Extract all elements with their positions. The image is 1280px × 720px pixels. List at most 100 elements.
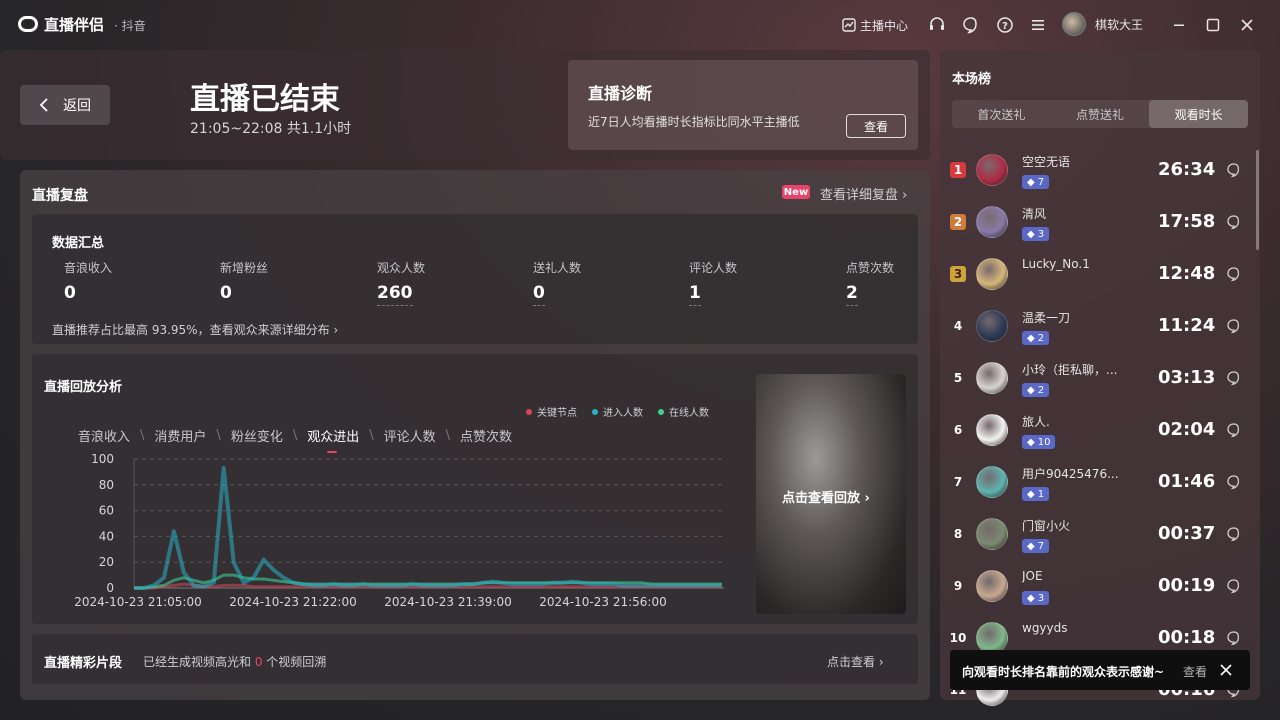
- viewer-avatar[interactable]: [976, 362, 1008, 394]
- tab-separator: \: [445, 428, 451, 443]
- chat-icon[interactable]: [1226, 370, 1242, 386]
- watch-duration: 02:04: [1158, 419, 1216, 440]
- ranking-row[interactable]: 4 温柔一刀 ◆ 2 11:24: [940, 298, 1260, 350]
- ranking-row[interactable]: 7 用户90425476... ◆ 1 01:46: [940, 454, 1260, 506]
- chat-icon[interactable]: [1226, 162, 1242, 178]
- metric-comment-users[interactable]: 评论人数 1: [689, 259, 737, 306]
- diamond-icon: ◆: [1027, 488, 1035, 500]
- viewer-name: 温柔一刀: [1022, 311, 1071, 325]
- watch-duration: 00:18: [1158, 627, 1216, 648]
- tab-like-gift[interactable]: 点赞送礼: [1051, 100, 1150, 128]
- ranking-row[interactable]: 1 空空无语 ◆ 7 26:34: [940, 142, 1260, 194]
- y-tick-label: 40: [99, 529, 114, 543]
- anchor-center-label: 主播中心: [860, 18, 909, 33]
- level-value: 3: [1037, 228, 1045, 240]
- message-icon[interactable]: [962, 14, 980, 36]
- metric-value: 1: [689, 283, 701, 306]
- series-line-0: [134, 466, 722, 590]
- toast-view-button[interactable]: 查看: [1183, 663, 1207, 680]
- maximize-icon[interactable]: [1206, 14, 1220, 36]
- detail-review-link[interactable]: 查看详细复盘 ›: [820, 184, 907, 203]
- ranking-row[interactable]: 3 Lucky_No.1 12:48: [940, 246, 1260, 298]
- viewer-name: 小玲（拒私聊，...: [1022, 363, 1118, 377]
- viewer-avatar[interactable]: [976, 466, 1008, 498]
- metric-label: 送礼人数: [533, 261, 582, 275]
- close-icon[interactable]: [1240, 14, 1254, 36]
- tab-comment-users[interactable]: 评论人数: [384, 426, 436, 445]
- chat-icon[interactable]: [1226, 318, 1242, 334]
- metric-likes[interactable]: 点赞次数 2: [846, 259, 894, 306]
- y-tick-label: 80: [99, 478, 114, 492]
- highlights-view-link[interactable]: 点击查看 ›: [827, 653, 884, 670]
- tab-first-gift[interactable]: 首次送礼: [952, 100, 1051, 128]
- menu-icon[interactable]: [1030, 14, 1046, 36]
- replay-tabs: 音浪收入 \ 消费用户 \ 粉丝变化 \ 观众进出 \ 评论人数 \ 点赞次数: [78, 426, 512, 453]
- viewer-avatar[interactable]: [976, 206, 1008, 238]
- user-avatar: [1062, 12, 1086, 36]
- user-profile[interactable]: 棋软大王: [1062, 12, 1143, 36]
- rank-number: 6: [953, 423, 963, 437]
- metric-label: 音浪收入: [64, 261, 113, 275]
- highlights-title: 直播精彩片段: [44, 656, 123, 671]
- page-title: 直播已结束: [190, 82, 340, 117]
- metric-gift-users[interactable]: 送礼人数 0: [533, 259, 581, 306]
- viewer-avatar[interactable]: [976, 310, 1008, 342]
- viewer-avatar[interactable]: [976, 154, 1008, 186]
- view-replay-link[interactable]: 点击查看回放 ›: [782, 487, 870, 506]
- legend-online: 在线人数: [658, 404, 709, 419]
- level-value: 2: [1037, 384, 1045, 396]
- viewer-name: 空空无语: [1022, 155, 1071, 169]
- metric-value: 260: [377, 283, 413, 306]
- viewer-name: JOE: [1022, 569, 1043, 583]
- ranking-row[interactable]: 5 小玲（拒私聊，... ◆ 2 03:13: [940, 350, 1260, 402]
- close-icon[interactable]: [1218, 662, 1234, 678]
- viewer-avatar[interactable]: [976, 518, 1008, 550]
- viewer-avatar[interactable]: [976, 570, 1008, 602]
- ranking-row[interactable]: 9 JOE ◆ 3 00:19: [940, 558, 1260, 610]
- tab-watch-time[interactable]: 观看时长: [1149, 100, 1249, 128]
- chat-icon[interactable]: [1226, 266, 1242, 282]
- ranking-row[interactable]: 8 门窗小火 ◆ 7 00:37: [940, 506, 1260, 558]
- x-tick-label: 2024-10-23 21:56:00: [539, 595, 666, 609]
- chat-icon[interactable]: [1226, 474, 1242, 490]
- traffic-source-link[interactable]: 直播推荐占比最高 93.95%，查看观众来源详细分布 ›: [52, 321, 338, 338]
- chat-icon[interactable]: [1226, 214, 1242, 230]
- ranking-scrollbar[interactable]: [1256, 150, 1259, 250]
- tab-gift-income[interactable]: 音浪收入: [78, 426, 130, 445]
- tab-likes[interactable]: 点赞次数: [460, 426, 512, 445]
- legend-key-node: 关键节点: [526, 404, 577, 419]
- tab-paying-users[interactable]: 消费用户: [154, 426, 206, 445]
- chat-icon[interactable]: [1226, 422, 1242, 438]
- level-badge: ◆ 7: [1022, 539, 1050, 553]
- tab-audience-flow[interactable]: 观众进出: [307, 426, 359, 453]
- level-value: 7: [1037, 540, 1045, 552]
- minimize-icon[interactable]: [1172, 14, 1186, 36]
- highlights-pre: 已经生成视频高光和: [143, 655, 255, 669]
- diamond-icon: ◆: [1027, 228, 1035, 240]
- metric-value: 0: [533, 283, 545, 306]
- help-icon[interactable]: ?: [996, 14, 1014, 36]
- chat-icon[interactable]: [1226, 578, 1242, 594]
- chat-icon[interactable]: [1226, 526, 1242, 542]
- level-badge: ◆ 7: [1022, 175, 1050, 189]
- diamond-icon: ◆: [1027, 592, 1035, 604]
- viewer-avatar[interactable]: [976, 414, 1008, 446]
- anchor-center-button[interactable]: 主播中心: [840, 14, 908, 36]
- level-badge: ◆ 3: [1022, 591, 1050, 605]
- viewer-name: wgyyds: [1022, 621, 1068, 635]
- metric-new-fans: 新增粉丝 0: [220, 259, 268, 303]
- back-button[interactable]: 返回: [20, 85, 110, 125]
- tab-separator: \: [140, 428, 145, 443]
- diamond-icon: ◆: [1027, 332, 1035, 344]
- ranking-row[interactable]: 2 清风 ◆ 3 17:58: [940, 194, 1260, 246]
- viewer-avatar[interactable]: [976, 258, 1008, 290]
- tab-fans-change[interactable]: 粉丝变化: [231, 426, 283, 445]
- highlights-post: 个视频回溯: [262, 655, 327, 669]
- level-badge: ◆ 2: [1022, 383, 1050, 397]
- diagnosis-view-button[interactable]: 查看: [846, 114, 906, 138]
- headset-icon[interactable]: [928, 14, 946, 36]
- y-tick-label: 20: [99, 555, 114, 569]
- metric-viewers[interactable]: 观众人数 260: [377, 259, 425, 306]
- ranking-row[interactable]: 6 旅人. ◆ 10 02:04: [940, 402, 1260, 454]
- chat-icon[interactable]: [1226, 630, 1242, 646]
